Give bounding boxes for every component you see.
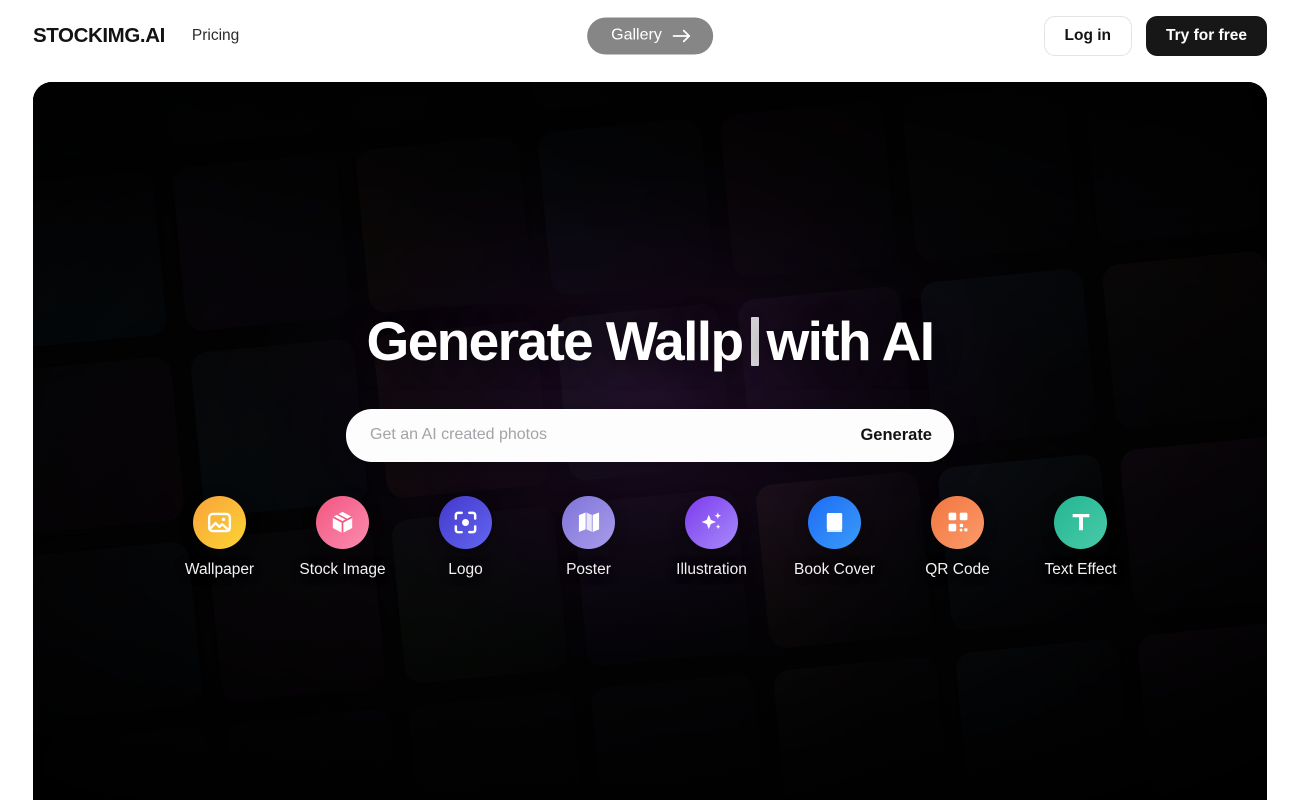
headline-suffix: with AI xyxy=(766,310,935,372)
category-label: Stock Image xyxy=(299,560,386,578)
category-label: Wallpaper xyxy=(184,560,255,578)
brand-logo[interactable]: STOCKIMG.AI xyxy=(33,24,165,48)
category-label: Poster xyxy=(566,560,611,578)
prompt-input[interactable] xyxy=(370,426,847,445)
category-shortcut-row: Wallpaper Stock Image Logo Poster Illustrati… xyxy=(158,495,1142,579)
text-t-icon xyxy=(1054,495,1107,549)
category-logo[interactable]: Logo xyxy=(404,495,527,579)
hero-section: Generate Wallp with AI Generate Wallpape… xyxy=(33,82,1267,800)
category-label: Illustration xyxy=(676,560,747,578)
category-label: Logo xyxy=(448,560,483,578)
book-icon xyxy=(808,495,861,549)
sparkles-icon xyxy=(685,495,738,549)
hero-content: Generate Wallp with AI Generate Wallpape… xyxy=(33,82,1267,800)
nav-links: Pricing xyxy=(192,27,239,45)
category-text-effect[interactable]: Text Effect xyxy=(1019,495,1142,579)
category-book-cover[interactable]: Book Cover xyxy=(773,495,896,579)
generate-button[interactable]: Generate xyxy=(846,426,932,445)
category-label: QR Code xyxy=(925,560,990,578)
top-navigation-bar: STOCKIMG.AI Pricing Gallery Log in Try f… xyxy=(0,0,1300,72)
image-icon xyxy=(193,495,246,549)
qr-code-icon xyxy=(931,495,984,549)
focus-target-icon xyxy=(439,495,492,549)
arrow-right-icon xyxy=(672,28,691,43)
category-wallpaper[interactable]: Wallpaper xyxy=(158,495,281,579)
nav-actions: Log in Try for free xyxy=(1043,16,1267,56)
category-illustration[interactable]: Illustration xyxy=(650,495,773,579)
category-stock-image[interactable]: Stock Image xyxy=(281,495,404,579)
nav-center-group: Gallery xyxy=(587,17,713,55)
gallery-button[interactable]: Gallery xyxy=(587,17,713,55)
nav-link-pricing[interactable]: Pricing xyxy=(192,27,239,45)
try-for-free-button[interactable]: Try for free xyxy=(1146,16,1267,56)
gallery-button-label: Gallery xyxy=(611,26,662,44)
category-poster[interactable]: Poster xyxy=(527,495,650,579)
box-3d-icon xyxy=(316,495,369,549)
typing-caret xyxy=(751,317,760,367)
category-label: Book Cover xyxy=(794,560,875,578)
category-qr-code[interactable]: QR Code xyxy=(896,495,1019,579)
hero-headline: Generate Wallp with AI xyxy=(366,310,936,372)
category-label: Text Effect xyxy=(1044,560,1117,578)
prompt-search-bar[interactable]: Generate xyxy=(346,408,954,462)
login-button[interactable]: Log in xyxy=(1043,16,1133,56)
map-icon xyxy=(562,495,615,549)
headline-prefix: Generate Wallp xyxy=(366,310,745,372)
